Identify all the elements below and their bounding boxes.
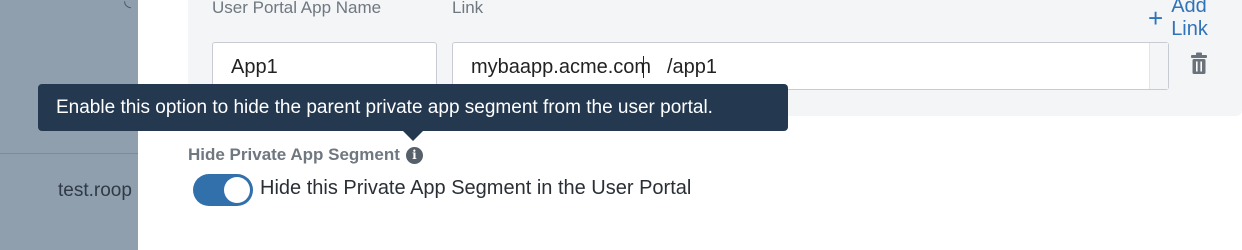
link-host-value: mybaapp.acme.com xyxy=(471,56,652,78)
hide-segment-label-text: Hide Private App Segment xyxy=(188,145,400,164)
divider xyxy=(0,153,138,154)
link-path-value: /app1 xyxy=(667,56,718,78)
app-name-column-header: User Portal App Name xyxy=(212,0,382,17)
info-icon[interactable]: i xyxy=(405,146,423,164)
plus-icon: + xyxy=(1148,3,1164,33)
toggle-knob xyxy=(224,177,250,203)
app-name-value: App1 xyxy=(231,56,278,78)
add-link-button[interactable]: + Add Link xyxy=(1148,0,1242,41)
hide-segment-toggle-label: Hide this Private App Segment in the Use… xyxy=(260,177,692,199)
link-input[interactable]: mybaapp.acme.com /app1 xyxy=(452,42,1169,90)
hide-segment-tooltip: Enable this option to hide the parent pr… xyxy=(38,84,788,131)
text-caret xyxy=(643,56,644,78)
hide-segment-section-label: Hide Private App Segment i xyxy=(188,145,423,165)
partial-icon: ◟ xyxy=(124,0,131,10)
delete-row-trash-icon[interactable] xyxy=(1188,52,1210,76)
input-scroll-edge xyxy=(1149,43,1168,89)
tooltip-arrow xyxy=(403,131,423,141)
add-link-label: Add Link xyxy=(1171,0,1208,40)
hide-segment-toggle[interactable] xyxy=(193,174,253,206)
sidebar-item-text[interactable]: test.roop xyxy=(58,180,132,202)
link-column-header: Link xyxy=(452,0,484,17)
app-name-input[interactable]: App1 xyxy=(212,42,437,90)
